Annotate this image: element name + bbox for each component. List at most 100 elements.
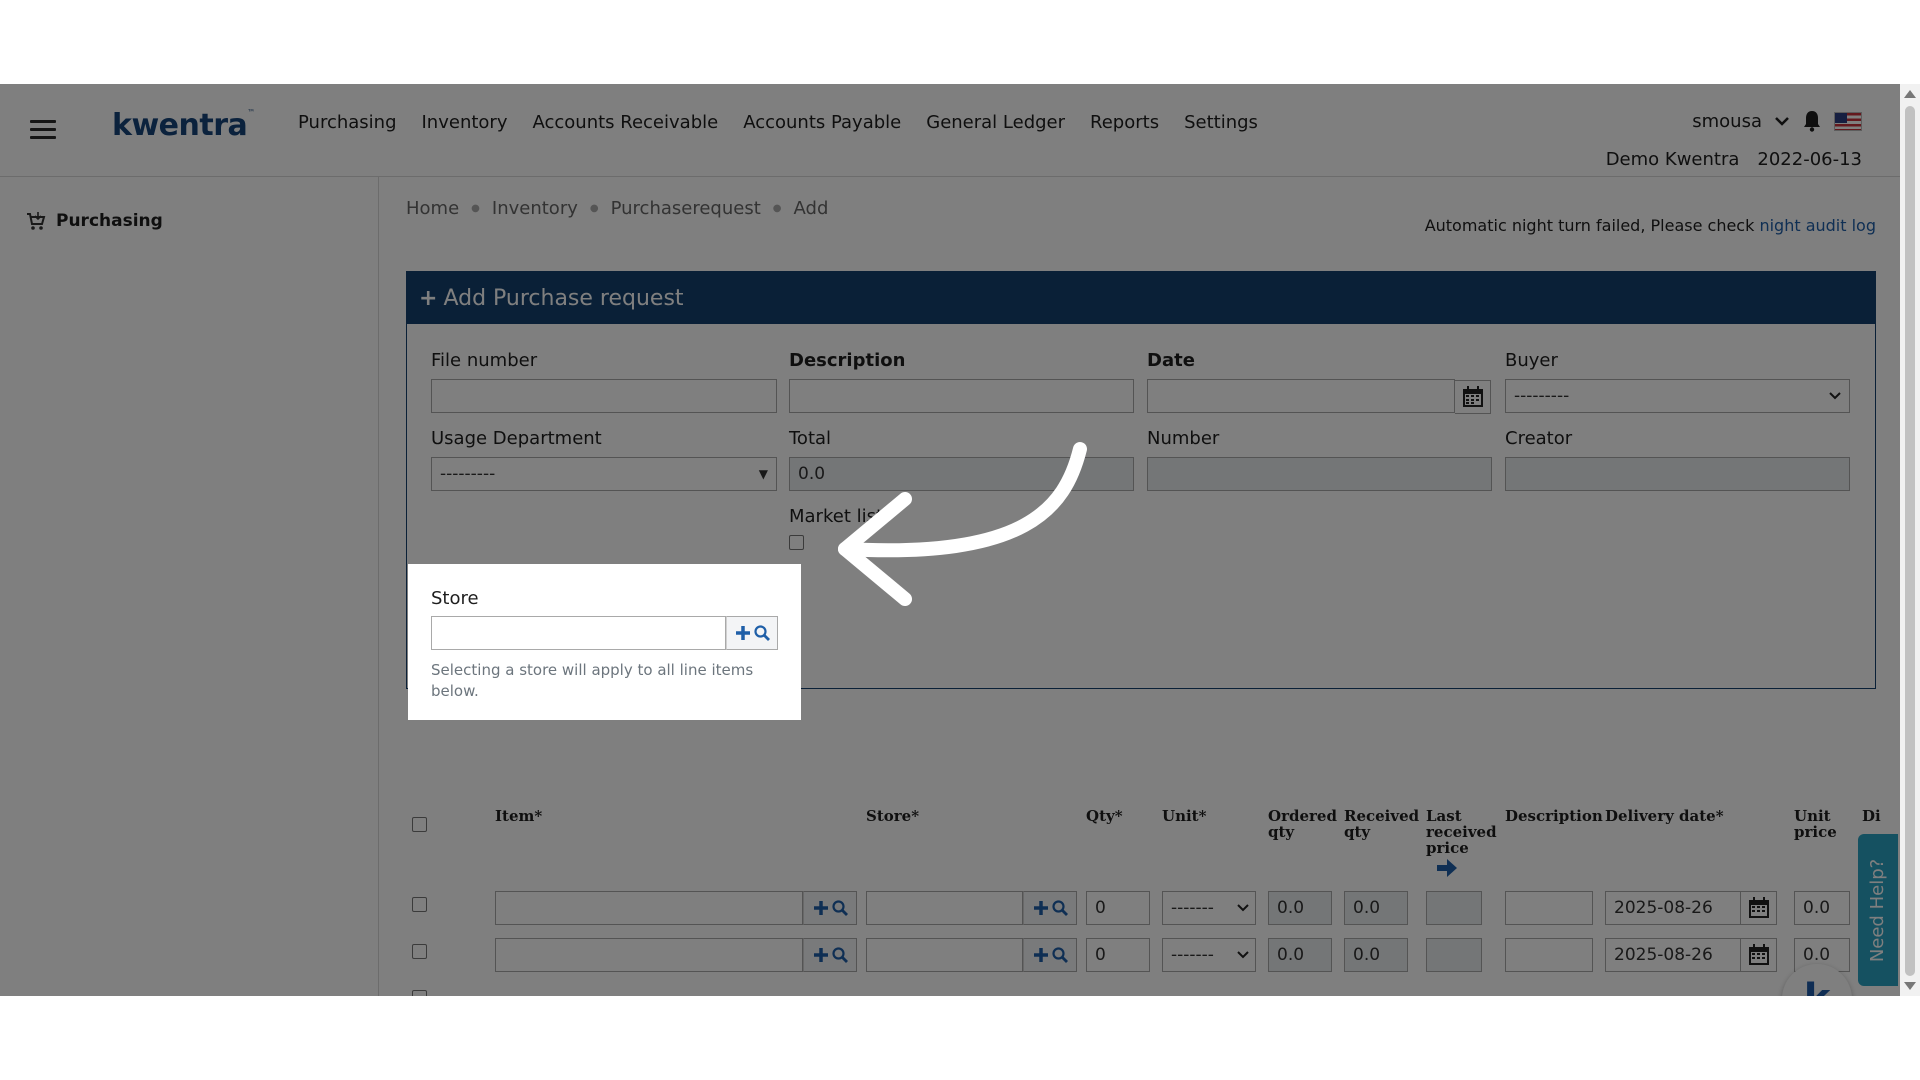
item-input[interactable]: [495, 938, 803, 972]
nav-settings[interactable]: Settings: [1184, 112, 1258, 133]
breadcrumb-inventory[interactable]: Inventory: [492, 198, 578, 219]
select-all-checkbox[interactable]: [412, 817, 427, 832]
chevron-down-icon: [1829, 392, 1841, 400]
user-menu[interactable]: smousa: [1692, 111, 1762, 132]
sidebar-item-purchasing[interactable]: Purchasing: [26, 211, 163, 231]
nav-accounts-receivable[interactable]: Accounts Receivable: [532, 112, 718, 133]
panel-title: Add Purchase request: [443, 285, 684, 311]
nav-general-ledger[interactable]: General Ledger: [926, 112, 1065, 133]
night-audit-alert: Automatic night turn failed, Please chec…: [1425, 216, 1876, 235]
breadcrumb-home[interactable]: Home: [406, 198, 459, 219]
usage-department-select[interactable]: --------- ▼: [431, 457, 777, 491]
plus-icon: [813, 948, 828, 962]
main-nav: Purchasing Inventory Accounts Receivable…: [298, 112, 1283, 133]
delivery-date-input[interactable]: 2025-08-26: [1605, 938, 1741, 972]
store-header-input[interactable]: [431, 616, 726, 650]
session-date: 2022-06-13: [1757, 149, 1862, 170]
col-description: Description: [1505, 807, 1603, 825]
usage-department-value: ---------: [440, 464, 496, 484]
item-input[interactable]: [495, 891, 803, 925]
file-number-label: File number: [431, 350, 538, 371]
arrow-right-icon[interactable]: [1436, 858, 1458, 878]
received-qty-value: 0.0: [1344, 891, 1408, 925]
buyer-select[interactable]: ---------: [1505, 379, 1850, 413]
us-flag-icon[interactable]: [1834, 111, 1862, 131]
buyer-value: ---------: [1514, 386, 1570, 406]
usage-department-field: Usage Department --------- ▼: [431, 428, 777, 491]
number-label: Number: [1147, 428, 1220, 449]
item-lookup-button[interactable]: [803, 891, 857, 925]
item-lookup-button[interactable]: [803, 938, 857, 972]
last-received-price-value: [1426, 938, 1482, 972]
app-window: kwentra™ Purchasing Inventory Accounts R…: [0, 84, 1920, 996]
breadcrumb-purchaserequest[interactable]: Purchaserequest: [611, 198, 761, 219]
store-header-lookup-button[interactable]: [726, 616, 778, 650]
company-name: Demo Kwentra: [1605, 149, 1740, 170]
chevron-down-icon[interactable]: [1774, 115, 1790, 127]
file-number-input[interactable]: [431, 379, 777, 413]
plus-icon: [1033, 901, 1048, 915]
scroll-down-icon[interactable]: [1904, 982, 1916, 990]
cart-icon: [27, 212, 46, 230]
delivery-date-input[interactable]: 2025-08-26: [1605, 891, 1741, 925]
store-lookup-button[interactable]: [1023, 891, 1077, 925]
col-delivery-date: Delivery date*: [1605, 807, 1724, 825]
date-label: Date: [1147, 350, 1195, 371]
calendar-icon[interactable]: [1455, 380, 1491, 414]
calendar-icon[interactable]: [1741, 938, 1777, 972]
chat-widget-letter: k: [1804, 976, 1831, 996]
usage-department-label: Usage Department: [431, 428, 602, 449]
nav-reports[interactable]: Reports: [1090, 112, 1159, 133]
row-checkbox[interactable]: [412, 990, 427, 996]
logo[interactable]: kwentra™: [112, 108, 255, 143]
bell-icon[interactable]: [1802, 110, 1822, 132]
scroll-up-icon[interactable]: [1904, 90, 1916, 98]
nav-accounts-payable[interactable]: Accounts Payable: [743, 112, 901, 133]
logo-tm: ™: [247, 108, 255, 117]
chevron-down-icon: [1237, 951, 1249, 959]
store-label: Store: [431, 588, 479, 609]
vertical-scrollbar[interactable]: [1900, 84, 1920, 996]
search-icon: [753, 625, 770, 641]
market-list-checkbox[interactable]: [789, 535, 804, 550]
col-di: Di: [1862, 807, 1881, 825]
chevron-down-icon: [1237, 904, 1249, 912]
row-checkbox[interactable]: [412, 944, 427, 959]
qty-input[interactable]: 0: [1086, 891, 1150, 925]
calendar-icon[interactable]: [1741, 891, 1777, 925]
hamburger-menu-icon[interactable]: [30, 120, 56, 140]
unit-select[interactable]: -------: [1162, 938, 1256, 972]
line-description-input[interactable]: [1505, 938, 1593, 972]
unit-select[interactable]: -------: [1162, 891, 1256, 925]
pointer-arrow-icon: [838, 442, 1087, 606]
row-checkbox[interactable]: [412, 897, 427, 912]
line-description-input[interactable]: [1505, 891, 1593, 925]
date-field: Date: [1147, 350, 1491, 414]
unit-value: -------: [1171, 945, 1214, 965]
date-input[interactable]: [1147, 379, 1455, 413]
sidebar: Purchasing: [0, 177, 379, 996]
scroll-thumb[interactable]: [1905, 106, 1915, 976]
description-label: Description: [789, 350, 906, 371]
plus-icon: [1033, 948, 1048, 962]
store-lookup-button[interactable]: [1023, 938, 1077, 972]
creator-field: Creator: [1505, 428, 1850, 491]
unit-price-input[interactable]: 0.0: [1794, 891, 1850, 925]
store-input[interactable]: [866, 891, 1023, 925]
nav-purchasing[interactable]: Purchasing: [298, 112, 397, 133]
received-qty-value: 0.0: [1344, 938, 1408, 972]
buyer-field: Buyer ---------: [1505, 350, 1850, 413]
description-input[interactable]: [789, 379, 1134, 413]
search-icon: [831, 947, 848, 963]
need-help-tab[interactable]: Need Help?: [1858, 834, 1898, 986]
nav-inventory[interactable]: Inventory: [422, 112, 508, 133]
store-input[interactable]: [866, 938, 1023, 972]
col-item: Item*: [495, 807, 543, 825]
caret-down-icon: ▼: [758, 467, 768, 481]
description-field: Description: [789, 350, 1134, 413]
night-audit-log-link[interactable]: night audit log: [1759, 216, 1876, 235]
file-number-field: File number: [431, 350, 777, 413]
qty-input[interactable]: 0: [1086, 938, 1150, 972]
top-bar: kwentra™ Purchasing Inventory Accounts R…: [0, 84, 1900, 177]
breadcrumb-add: Add: [793, 198, 829, 219]
